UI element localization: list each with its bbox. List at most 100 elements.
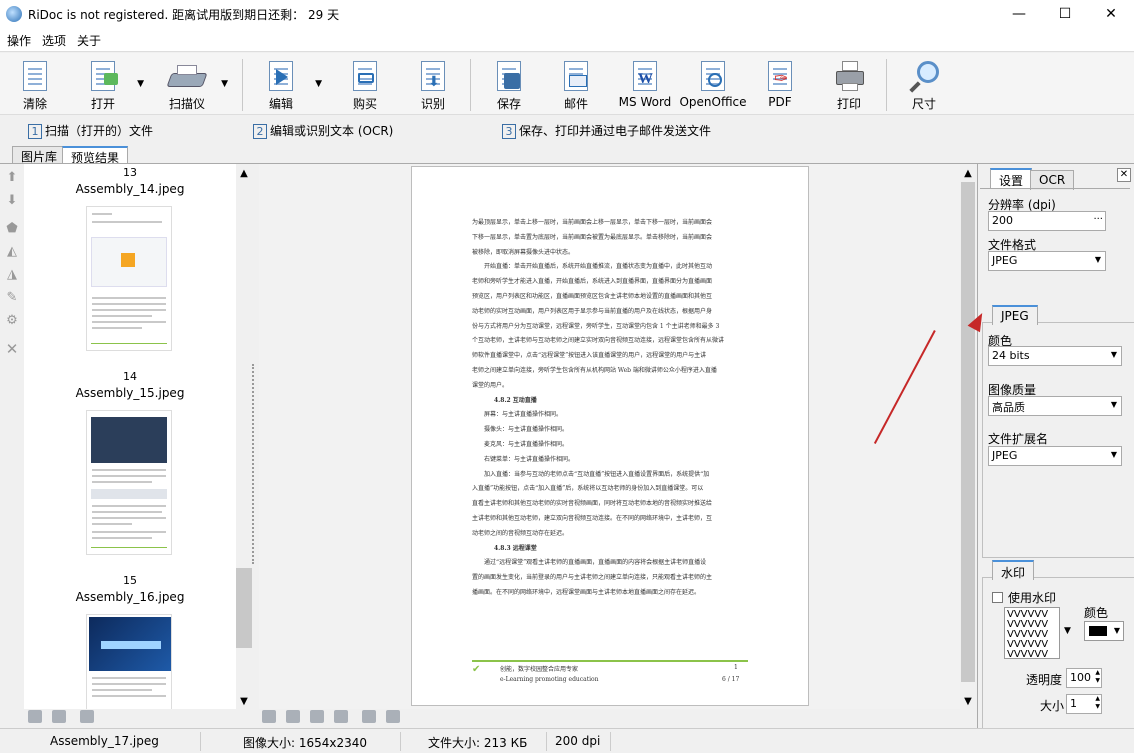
step-save[interactable]: 3 保存、打印并通过电子邮件发送文件 — [502, 122, 711, 139]
footer-company: 创能，数字校园整合应用专家 — [500, 666, 579, 673]
document-page: ✔ 创能，数字校园整合应用专家 1 e-Learning promoting e… — [411, 166, 809, 706]
thumbnail-scroll-thumb[interactable] — [236, 568, 252, 648]
document-text-line: 预览区，用户列表区和功能区，直播画面预览区包含主讲老师本地设置的直播画面和其他互 — [472, 293, 713, 300]
document-text-line: 开始直播：单击开始直播后，系统开始直播推流，直播状态变为直播中，此时其他互动 — [484, 263, 713, 271]
size-label: 大小 — [1040, 699, 1065, 713]
pdf-button[interactable]: ✑ PDF — [745, 59, 815, 109]
msword-button[interactable]: W MS Word — [610, 59, 680, 109]
app-icon — [6, 6, 22, 22]
open-label: 打开 — [90, 97, 115, 111]
tab-gallery[interactable]: 图片库 — [12, 146, 67, 164]
save-button[interactable]: 保存 — [474, 59, 544, 112]
thumbnail-image[interactable] — [86, 206, 172, 351]
dpi-input[interactable]: 200 ··· — [988, 211, 1106, 231]
thumbnail-scrollbar[interactable]: ▲ ▼ — [236, 164, 252, 709]
mail-label: 邮件 — [563, 97, 588, 111]
footer-page-num: 1 — [734, 664, 738, 671]
crop-icon[interactable]: ⬟ — [4, 221, 20, 237]
thumbnail-list[interactable]: 13 Assembly_14.jpeg 14 Assembly_15.jpeg … — [24, 164, 236, 709]
step-scan[interactable]: 1 扫描（打开的）文件 — [28, 122, 153, 139]
watermark-checkbox[interactable] — [992, 592, 1003, 603]
move-down-icon[interactable]: ⬇ — [4, 193, 20, 209]
zoom-icon[interactable] — [334, 710, 348, 723]
preview-scrollbar[interactable]: ▲ ▼ — [960, 164, 976, 709]
document-text-line: 个互动老师，主讲老师与互动老师之间建立实时双向音视频互动连接，远程课堂包含所有从… — [472, 337, 725, 345]
edit-dropdown-icon[interactable]: ▼ — [315, 79, 322, 89]
maximize-button[interactable]: ☐ — [1042, 0, 1088, 28]
page-footer-line — [472, 660, 748, 662]
main-area: ⬆ ⬇ ⬟ ◭ ◮ ✎ ⚙ ✕ 13 Assembly_14.jpeg 14 A… — [0, 163, 1134, 729]
fit-icon[interactable] — [362, 710, 376, 723]
zoom-icon[interactable] — [262, 710, 276, 723]
document-text-line: 加入直播：当参与互动的老师点击“互动直播”按钮进入直播设置界面后，系统提供“加 — [484, 470, 710, 478]
left-tools: ⬆ ⬇ ⬟ ◭ ◮ ✎ ⚙ ✕ — [0, 164, 24, 709]
delete-icon[interactable]: ✕ — [4, 341, 20, 357]
print-button[interactable]: 打印 — [814, 59, 884, 112]
zoom-icon[interactable] — [310, 710, 324, 723]
watermark-color-picker[interactable]: ▼ — [1084, 621, 1124, 641]
tab-ocr[interactable]: OCR — [1030, 170, 1075, 190]
tab-jpeg[interactable]: JPEG — [992, 305, 1038, 325]
panel-close-button[interactable]: ✕ — [1117, 168, 1131, 182]
document-text-line: 播画面。在不同的网络环境中，远程课堂画面与主讲老师本地直播画面之间存在延迟。 — [472, 589, 701, 596]
recognize-button[interactable]: ⬇ 识别 — [398, 59, 468, 112]
menu-operate[interactable]: 操作 — [0, 28, 35, 49]
scanner-dropdown-icon[interactable]: ▼ — [221, 79, 228, 89]
preview-area: ✔ 创能，数字校园整合应用专家 1 e-Learning promoting e… — [259, 164, 960, 709]
chevron-down-icon[interactable]: ▼ — [1064, 626, 1071, 636]
dpi-more-button[interactable]: ··· — [1093, 214, 1103, 225]
clear-label: 清除 — [22, 97, 47, 111]
extension-select[interactable]: JPEG ▼ — [988, 446, 1122, 466]
rotate-left-icon[interactable]: ◭ — [4, 244, 20, 260]
openoffice-icon — [698, 59, 728, 93]
menu-options[interactable]: 选项 — [35, 28, 70, 49]
toolbar-separator — [470, 59, 471, 111]
edit-page-icon — [266, 59, 296, 93]
opacity-input[interactable]: 100 ▲ ▼ — [1066, 668, 1102, 688]
document-text-line: 下移一层显示，单击置为底层时，当前画面会被置为最底层显示。单击移除时，当前画面会 — [472, 233, 713, 241]
color-depth-select[interactable]: 24 bits ▼ — [988, 346, 1122, 366]
zoom-icon[interactable] — [286, 710, 300, 723]
watermark-pattern-select[interactable]: VVVVVV VVVVVV VVVVVV VVVVVV VVVVVV — [1004, 607, 1060, 659]
thumbnail-item[interactable]: 14 Assembly_15.jpeg — [24, 370, 236, 400]
buy-button[interactable]: 购买 — [330, 59, 400, 112]
open-dropdown-icon[interactable]: ▼ — [137, 79, 144, 89]
openoffice-button[interactable]: OpenOffice — [678, 59, 748, 109]
view-icon[interactable] — [28, 710, 42, 723]
step-edit[interactable]: 2 编辑或识别文本 (OCR) — [253, 122, 393, 139]
panel-splitter[interactable] — [252, 364, 256, 564]
thumbnail-image[interactable] — [86, 614, 172, 709]
minimize-button[interactable]: — — [996, 0, 1042, 28]
quality-select[interactable]: 高品质 ▼ — [988, 396, 1122, 416]
thumbnail-item[interactable]: 13 Assembly_14.jpeg — [24, 166, 236, 196]
document-text-line: 通过“远程课堂”观看主讲老师的直播画面，直播画面的内容将会根据主讲老师直播设 — [484, 559, 707, 567]
preview-view-buttons — [262, 710, 410, 728]
tab-preview[interactable]: 预览结果 — [62, 146, 129, 165]
recognize-label: 识别 — [420, 97, 445, 111]
thumbnail-image[interactable] — [86, 410, 172, 555]
document-text-line: 老师和旁听学生才能进入直播，开始直播后，系统进入到直播界面，直播界面分为直播画面 — [472, 278, 713, 286]
open-button[interactable]: 打开 ▼ — [68, 59, 144, 112]
scanner-button[interactable]: 扫描仪 ▼ — [152, 59, 228, 112]
menu-about[interactable]: 关于 — [70, 28, 105, 49]
tab-watermark[interactable]: 水印 — [992, 560, 1035, 580]
view-icon[interactable] — [80, 710, 94, 723]
document-text-line: 老师之间建立单向连接，旁听学生包含所有从机构网站 Web 端和微讲师公众小程序进… — [472, 367, 717, 374]
tab-settings[interactable]: 设置 — [990, 168, 1033, 188]
settings-icon[interactable]: ⚙ — [4, 313, 20, 329]
size-button[interactable]: 尺寸 — [889, 59, 959, 112]
close-button[interactable]: ✕ — [1088, 0, 1134, 28]
clear-button[interactable]: 清除 — [0, 59, 70, 112]
preview-scroll-thumb[interactable] — [961, 182, 975, 682]
edit-button[interactable]: 编辑 ▼ — [246, 59, 322, 112]
thumbnail-item[interactable]: 15 Assembly_16.jpeg — [24, 574, 236, 604]
format-select[interactable]: JPEG ▼ — [988, 251, 1106, 271]
size-input[interactable]: 1 ▲ ▼ — [1066, 694, 1102, 714]
mail-button[interactable]: 邮件 — [541, 59, 611, 112]
document-text-line: 师软件直播课堂中，点击“远程课堂”按钮进入该直播课堂的用户，远程课堂的用户与主讲 — [472, 352, 707, 360]
move-up-icon[interactable]: ⬆ — [4, 170, 20, 186]
view-icon[interactable] — [52, 710, 66, 723]
rotate-right-icon[interactable]: ◮ — [4, 267, 20, 283]
fit-icon[interactable] — [386, 710, 400, 723]
adjust-icon[interactable]: ✎ — [4, 290, 20, 306]
